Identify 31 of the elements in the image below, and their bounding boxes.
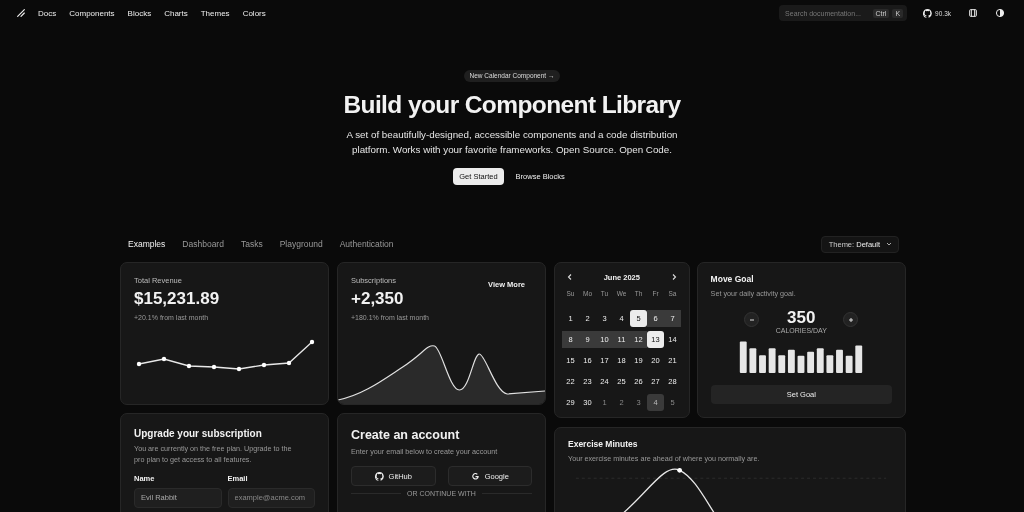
card-title: Exercise Minutes xyxy=(568,439,639,449)
nav-link[interactable]: Docs xyxy=(38,8,57,18)
github-icon xyxy=(923,8,933,18)
nav-link[interactable]: Components xyxy=(69,8,115,18)
revenue-value: $15,231.89 xyxy=(134,289,221,309)
decrease-button[interactable] xyxy=(744,312,760,327)
hero-subtitle: A set of beautifully-designed, accessible components and a code distribution platform. Works with your favorite frameworks. Open Source. Open Code. xyxy=(345,128,679,157)
card-title: Create an account xyxy=(351,428,461,442)
theme-toggle-icon[interactable] xyxy=(995,8,1005,18)
nav-link[interactable]: Colors xyxy=(242,8,266,18)
goal-value: 350 xyxy=(786,308,817,327)
card-title: Upgrade your subscription xyxy=(134,428,263,439)
google-icon xyxy=(470,471,480,481)
example-tab[interactable]: Dashboard xyxy=(182,239,224,249)
example-tab[interactable]: Playground xyxy=(279,239,323,249)
logo-icon[interactable] xyxy=(16,8,26,18)
nav-link[interactable]: Charts xyxy=(164,8,188,18)
hero-title: Build your Component Library xyxy=(343,91,681,119)
subscriptions-value: +2,350 xyxy=(351,289,405,309)
card-title: Move Goal xyxy=(710,274,755,284)
chevron-down-icon xyxy=(885,240,893,248)
example-tab[interactable]: Authentication xyxy=(339,239,394,249)
increase-button[interactable] xyxy=(843,312,859,327)
nav-link[interactable]: Themes xyxy=(200,8,230,18)
nav-link[interactable]: Blocks xyxy=(127,8,152,18)
github-icon xyxy=(374,471,384,481)
example-tab[interactable]: Examples xyxy=(128,239,166,249)
layout-icon[interactable] xyxy=(968,8,978,18)
example-tab[interactable]: Tasks xyxy=(240,239,263,249)
previous-month-icon[interactable] xyxy=(566,273,574,281)
plus-icon xyxy=(846,315,855,324)
